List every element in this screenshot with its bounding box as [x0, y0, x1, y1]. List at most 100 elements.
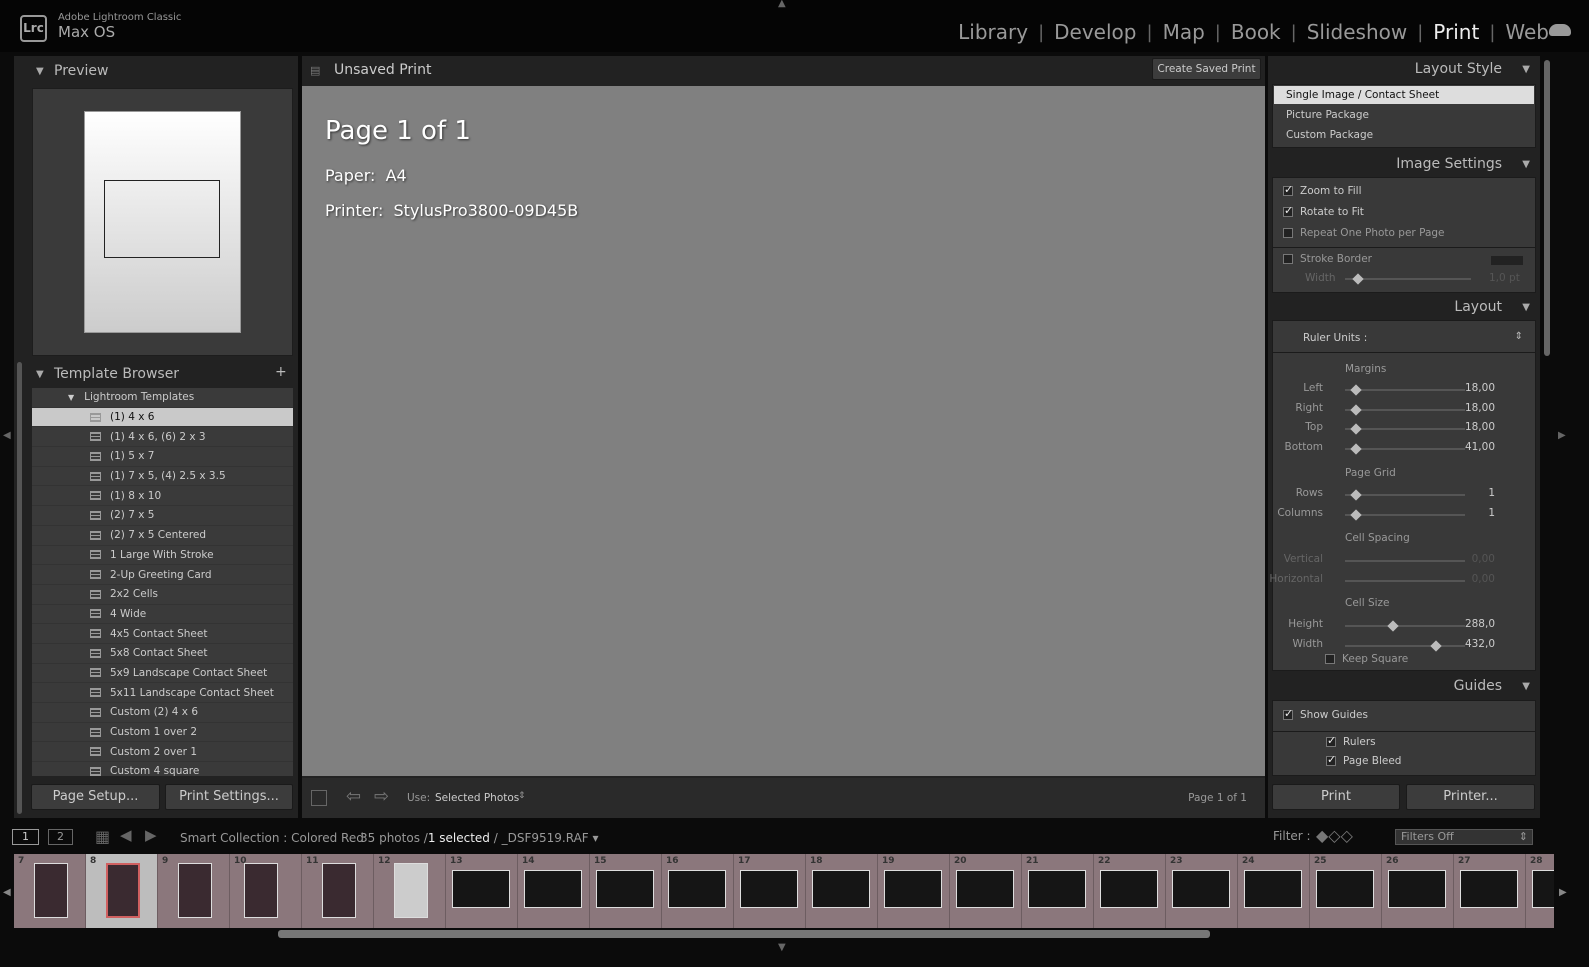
printer-button[interactable]: Printer... [1406, 784, 1535, 810]
next-page-icon[interactable]: ⇨ [374, 786, 389, 807]
template-item[interactable]: 4 Wide [32, 605, 293, 625]
source-label[interactable]: Smart Collection : Colored Red [180, 831, 364, 845]
top-panel-toggle[interactable]: ▲ [778, 0, 786, 9]
filmstrip-thumbnail[interactable]: 26 [1382, 854, 1454, 928]
slider-columns[interactable] [1345, 509, 1465, 521]
collapse-icon[interactable]: ▼ [1522, 302, 1530, 313]
template-item[interactable]: 4x5 Contact Sheet [32, 624, 293, 644]
slider-horizontal[interactable] [1345, 579, 1465, 582]
filmstrip-thumbnail[interactable]: 7 [14, 854, 86, 928]
filmstrip-thumbnail[interactable]: 9 [158, 854, 230, 928]
ruler-units-select[interactable]: Ruler Units : [1303, 332, 1367, 344]
template-item[interactable]: (2) 7 x 5 [32, 506, 293, 526]
collapse-icon[interactable]: ▼ [36, 66, 44, 77]
flag-filter-icon[interactable]: ◆◇◇ [1316, 826, 1353, 845]
collapse-icon[interactable]: ▼ [36, 369, 44, 380]
keep-square-checkbox[interactable]: Keep Square [1325, 653, 1408, 665]
layout-style-option[interactable]: Single Image / Contact Sheet [1274, 86, 1534, 104]
filmstrip-thumbnail[interactable]: 25 [1310, 854, 1382, 928]
previous-page-icon[interactable]: ⇦ [346, 786, 361, 807]
filmstrip-thumbnail[interactable]: 16 [662, 854, 734, 928]
slider-height[interactable] [1345, 620, 1465, 632]
module-map[interactable]: Map [1163, 20, 1205, 44]
filmstrip-thumbnail[interactable]: 27 [1454, 854, 1526, 928]
slider-right[interactable] [1345, 404, 1465, 416]
slider-knob[interactable] [1350, 404, 1362, 416]
slider-knob[interactable] [1350, 509, 1362, 521]
filmstrip-thumbnail[interactable]: 19 [878, 854, 950, 928]
slider-value[interactable]: 18,00 [1455, 402, 1495, 414]
print-button[interactable]: Print [1272, 784, 1400, 810]
template-item[interactable]: 1 Large With Stroke [32, 546, 293, 566]
filmstrip-thumbnail[interactable]: 10 [230, 854, 302, 928]
stroke-color-swatch[interactable] [1491, 256, 1523, 265]
stroke-width-slider[interactable] [1345, 273, 1471, 285]
add-template-button[interactable]: + [275, 364, 287, 380]
grid-view-icon[interactable]: ▦ [95, 827, 110, 846]
template-item[interactable]: Custom (2) 4 x 6 [32, 703, 293, 723]
slider-left[interactable] [1345, 384, 1465, 396]
template-item[interactable]: (2) 7 x 5 Centered [32, 526, 293, 546]
page-setup-button[interactable]: Page Setup... [31, 784, 160, 810]
template-item[interactable]: Custom 2 over 1 [32, 742, 293, 763]
collapse-icon[interactable]: ▼ [1522, 64, 1530, 75]
right-panel-toggle[interactable]: ▶ [1558, 430, 1566, 441]
module-web[interactable]: Web [1505, 20, 1549, 44]
main-window-button[interactable]: 1 [12, 829, 39, 845]
print-settings-button[interactable]: Print Settings... [165, 784, 293, 810]
slider-value[interactable]: 18,00 [1455, 382, 1495, 394]
filmstrip-left-arrow[interactable]: ◀ [3, 887, 11, 898]
filmstrip-right-arrow[interactable]: ▶ [1559, 887, 1567, 898]
stroke-border-checkbox[interactable]: Stroke Border [1283, 253, 1372, 265]
filmstrip-thumbnail[interactable]: 22 [1094, 854, 1166, 928]
slider-value[interactable]: 1 [1455, 507, 1495, 519]
template-item[interactable]: (1) 4 x 6, (6) 2 x 3 [32, 427, 293, 448]
template-item[interactable]: Custom 4 square [32, 762, 293, 776]
back-arrow-icon[interactable]: ◀ [120, 826, 132, 844]
slider-value[interactable]: 41,00 [1455, 441, 1495, 453]
slider-value[interactable]: 0,00 [1455, 573, 1495, 585]
page-view-button[interactable] [311, 790, 327, 806]
collapse-icon[interactable]: ▼ [1522, 681, 1530, 692]
module-print[interactable]: Print [1433, 20, 1479, 44]
template-item[interactable]: 5x11 Landscape Contact Sheet [32, 683, 293, 703]
template-item[interactable]: 2x2 Cells [32, 585, 293, 605]
repeat-photo-checkbox[interactable]: Repeat One Photo per Page [1283, 227, 1445, 239]
filmstrip-scrollbar[interactable] [278, 930, 1210, 938]
filmstrip-thumbnail[interactable]: 8 [86, 854, 158, 928]
template-item[interactable]: 5x8 Contact Sheet [32, 644, 293, 664]
use-select[interactable]: Selected Photos [435, 792, 519, 804]
rotate-to-fit-checkbox[interactable]: Rotate to Fit [1283, 204, 1364, 218]
filmstrip-thumbnail[interactable]: 12 [374, 854, 446, 928]
template-item[interactable]: Custom 1 over 2 [32, 723, 293, 743]
collapse-icon[interactable]: ▼ [1522, 159, 1530, 170]
slider-knob[interactable] [1430, 640, 1442, 652]
slider-knob[interactable] [1350, 423, 1362, 436]
filmstrip-thumbnail[interactable]: 18 [806, 854, 878, 928]
template-item[interactable]: (1) 7 x 5, (4) 2.5 x 3.5 [32, 467, 293, 487]
rulers-checkbox[interactable]: Rulers [1326, 734, 1376, 748]
cloud-icon[interactable] [1549, 24, 1571, 36]
slider-value[interactable]: 18,00 [1455, 421, 1495, 433]
layout-style-option[interactable]: Picture Package [1274, 106, 1534, 124]
module-develop[interactable]: Develop [1054, 20, 1136, 44]
module-book[interactable]: Book [1231, 20, 1281, 44]
filmstrip-thumbnail[interactable]: 23 [1166, 854, 1238, 928]
template-item[interactable]: (1) 8 x 10 [32, 486, 293, 507]
filmstrip-thumbnail[interactable]: 20 [950, 854, 1022, 928]
second-window-button[interactable]: 2 [48, 829, 73, 845]
template-item[interactable]: 5x9 Landscape Contact Sheet [32, 664, 293, 684]
filmstrip-thumbnail[interactable]: 21 [1022, 854, 1094, 928]
slider-vertical[interactable] [1345, 560, 1465, 562]
filter-select[interactable]: Filters Off ⇕ [1395, 829, 1533, 845]
slider-width[interactable] [1345, 640, 1465, 652]
module-slideshow[interactable]: Slideshow [1307, 20, 1408, 44]
slider-value[interactable]: 288,0 [1455, 618, 1495, 630]
filmstrip-thumbnail[interactable]: 13 [446, 854, 518, 928]
create-saved-print-button[interactable]: Create Saved Print [1152, 58, 1261, 80]
template-item[interactable]: 2-Up Greeting Card [32, 565, 293, 585]
bottom-panel-toggle[interactable]: ▼ [778, 942, 786, 953]
layout-style-option[interactable]: Custom Package [1274, 126, 1534, 144]
left-panel-scrollbar[interactable] [17, 362, 22, 814]
module-library[interactable]: Library [958, 20, 1028, 44]
